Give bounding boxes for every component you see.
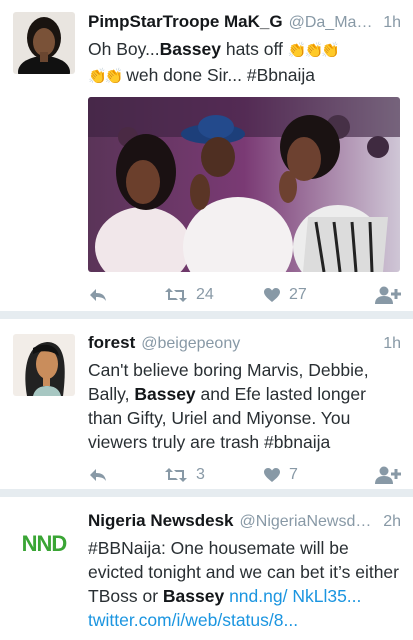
retweet-count: 24 bbox=[196, 286, 214, 303]
tweet[interactable]: forest @beigepeony 1h Can't believe bori… bbox=[0, 319, 413, 489]
tweet-text: Can't believe boring Marvis, Debbie, Bal… bbox=[88, 358, 401, 454]
follow-icon bbox=[375, 466, 401, 484]
avatar[interactable]: NND bbox=[13, 512, 75, 574]
text-part: weh done Sir... #Bbnaija bbox=[121, 65, 315, 85]
retweet-button[interactable]: 24 bbox=[164, 286, 263, 304]
retweet-icon bbox=[165, 288, 187, 302]
tweet-time[interactable]: 1h bbox=[383, 14, 401, 32]
author-handle[interactable]: @NigeriaNewsde... bbox=[240, 513, 378, 531]
heart-icon bbox=[264, 288, 280, 302]
timeline[interactable]: PimpStarTroope MaK_G @Da_MaK... 1h Oh Bo… bbox=[0, 0, 413, 640]
author-handle[interactable]: @Da_MaK... bbox=[289, 14, 378, 32]
tweet[interactable]: NND Nigeria Newsdesk @NigeriaNewsde... 2… bbox=[0, 497, 413, 640]
clap-emoji: 👏👏 bbox=[88, 68, 123, 85]
tweet-actions: 5 9 bbox=[88, 632, 401, 640]
text-part: hats off bbox=[220, 39, 288, 59]
follow-icon bbox=[375, 286, 401, 304]
reply-icon bbox=[90, 289, 106, 301]
like-button[interactable]: 27 bbox=[263, 286, 373, 304]
tweet-time[interactable]: 2h bbox=[383, 513, 401, 531]
follow-button[interactable] bbox=[375, 286, 401, 304]
clap-emoji: 👏👏👏 bbox=[287, 42, 340, 59]
highlight-keyword: Bassey bbox=[159, 39, 221, 59]
tweet-photo[interactable] bbox=[88, 97, 400, 272]
highlight-keyword: Bassey bbox=[134, 384, 196, 404]
like-count: 27 bbox=[289, 286, 307, 303]
tweet-time[interactable]: 1h bbox=[383, 335, 401, 353]
tweet-actions: 3 7 bbox=[88, 454, 401, 496]
author-handle[interactable]: @beigepeony bbox=[141, 335, 377, 353]
highlight-keyword: Bassey bbox=[162, 586, 225, 606]
retweet-button[interactable]: 3 bbox=[164, 466, 263, 484]
reply-button[interactable] bbox=[88, 287, 164, 303]
avatar[interactable] bbox=[13, 12, 75, 74]
link-nnd[interactable]: nnd.ng/ NkLl35... bbox=[229, 586, 361, 606]
text-part: Oh Boy... bbox=[88, 39, 160, 59]
link-twitter[interactable]: twitter.com/i/web/status/8... bbox=[88, 610, 298, 630]
tweet-text: Oh Boy...Bassey hats off 👏👏👏 👏👏 weh done … bbox=[88, 37, 401, 89]
author-name[interactable]: forest bbox=[88, 333, 135, 353]
tweet-text: #BBNaija: One housemate will be evicted … bbox=[88, 536, 401, 632]
retweet-count: 3 bbox=[196, 466, 205, 483]
like-button[interactable]: 7 bbox=[263, 466, 373, 484]
author-name[interactable]: Nigeria Newsdesk bbox=[88, 511, 234, 531]
like-count: 7 bbox=[289, 466, 298, 483]
author-name[interactable]: PimpStarTroope MaK_G bbox=[88, 12, 283, 32]
retweet-icon bbox=[165, 468, 187, 482]
reply-icon bbox=[90, 469, 106, 481]
tweet-actions: 24 27 bbox=[88, 272, 401, 318]
tweet[interactable]: PimpStarTroope MaK_G @Da_MaK... 1h Oh Bo… bbox=[0, 0, 413, 311]
follow-button[interactable] bbox=[375, 466, 401, 484]
heart-icon bbox=[264, 468, 280, 482]
reply-button[interactable] bbox=[88, 467, 164, 483]
avatar[interactable] bbox=[13, 334, 75, 396]
nnd-logo: NND bbox=[22, 531, 67, 556]
